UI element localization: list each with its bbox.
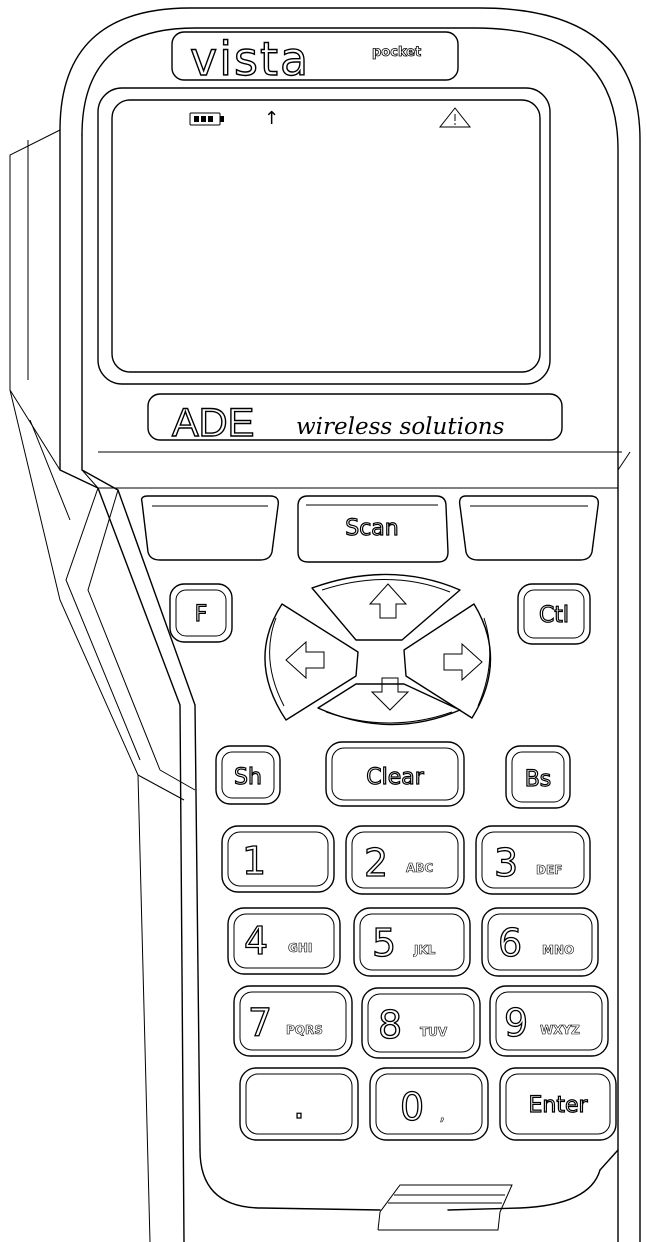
- keypad-key[interactable]: 0 ,: [369, 1067, 489, 1141]
- key-main: 4: [244, 919, 268, 963]
- sh-key[interactable]: Sh: [215, 745, 281, 805]
- keypad-key[interactable]: 5 JKL: [353, 907, 471, 977]
- soft-right-key[interactable]: [458, 495, 600, 561]
- key-sub: GHI: [288, 941, 312, 955]
- ctl-key-label: Ctl: [539, 603, 569, 628]
- signal-arrow-icon: ↑: [264, 108, 279, 129]
- keypad-key[interactable]: Enter: [499, 1067, 617, 1141]
- clear-key-label: Clear: [366, 765, 424, 790]
- soft-left-key[interactable]: [140, 495, 280, 561]
- maker-plate: ADE wireless solutions: [147, 393, 563, 446]
- warning-triangle-icon: [438, 107, 472, 128]
- sh-key-label: Sh: [234, 765, 262, 790]
- maker-logo: ADE: [172, 401, 254, 445]
- keypad-key[interactable]: 3 DEF: [475, 825, 591, 895]
- key-main: Enter: [528, 1093, 588, 1118]
- key-main: 2: [364, 841, 388, 885]
- key-sub: WXYZ: [540, 1023, 580, 1037]
- bs-key[interactable]: Bs: [505, 745, 571, 809]
- keypad: 1 2 ABC 3 DEF 4 GHI 5 JKL 6 MNO 7 PQRS 8…: [221, 825, 617, 1141]
- keypad-key[interactable]: 1: [221, 825, 335, 893]
- key-sub: ,: [440, 1109, 445, 1123]
- maker-tagline: wireless solutions: [296, 414, 505, 440]
- key-main: 9: [504, 1001, 528, 1045]
- key-sub: TUV: [420, 1025, 448, 1039]
- key-main: 5: [372, 921, 396, 965]
- key-main: 1: [242, 839, 266, 883]
- keypad-key[interactable]: 4 GHI: [227, 907, 341, 975]
- key-sub: DEF: [536, 863, 562, 877]
- f-key-label: F: [195, 602, 208, 627]
- keypad-key[interactable]: 9 WXYZ: [489, 985, 609, 1057]
- key-main: 7: [248, 1001, 272, 1045]
- f-key[interactable]: F: [169, 583, 233, 643]
- handheld-terminal-drawing: vista pocket ↑ ADE wireless solutions Sc…: [9, 7, 641, 1242]
- key-main: 8: [378, 1003, 402, 1047]
- key-sub: MNO: [542, 943, 574, 957]
- scan-key[interactable]: Scan: [297, 495, 449, 563]
- battery-icon: [189, 112, 224, 126]
- keypad-key[interactable]: 7 PQRS: [233, 985, 353, 1057]
- key-main: 3: [494, 841, 518, 885]
- nav-pad: [264, 573, 492, 726]
- key-sub: ABC: [406, 861, 433, 875]
- brand-model: pocket: [372, 45, 421, 60]
- bs-key-label: Bs: [525, 767, 552, 792]
- keypad-key[interactable]: 8 TUV: [361, 987, 481, 1059]
- display: ↑: [97, 87, 551, 385]
- key-sub: JKL: [413, 943, 436, 957]
- ctl-key[interactable]: Ctl: [517, 583, 591, 645]
- keypad-key[interactable]: 6 MNO: [481, 907, 599, 977]
- scan-key-label: Scan: [345, 516, 399, 541]
- brand-name: vista: [190, 32, 310, 86]
- key-main: 6: [498, 921, 522, 965]
- key-sub: PQRS: [286, 1023, 323, 1037]
- clear-key[interactable]: Clear: [325, 741, 465, 807]
- key-main: 0: [400, 1085, 424, 1129]
- key-main: .: [293, 1083, 305, 1127]
- keypad-key[interactable]: .: [239, 1067, 359, 1141]
- keypad-key[interactable]: 2 ABC: [345, 825, 465, 895]
- brand-plate: vista pocket: [171, 31, 459, 87]
